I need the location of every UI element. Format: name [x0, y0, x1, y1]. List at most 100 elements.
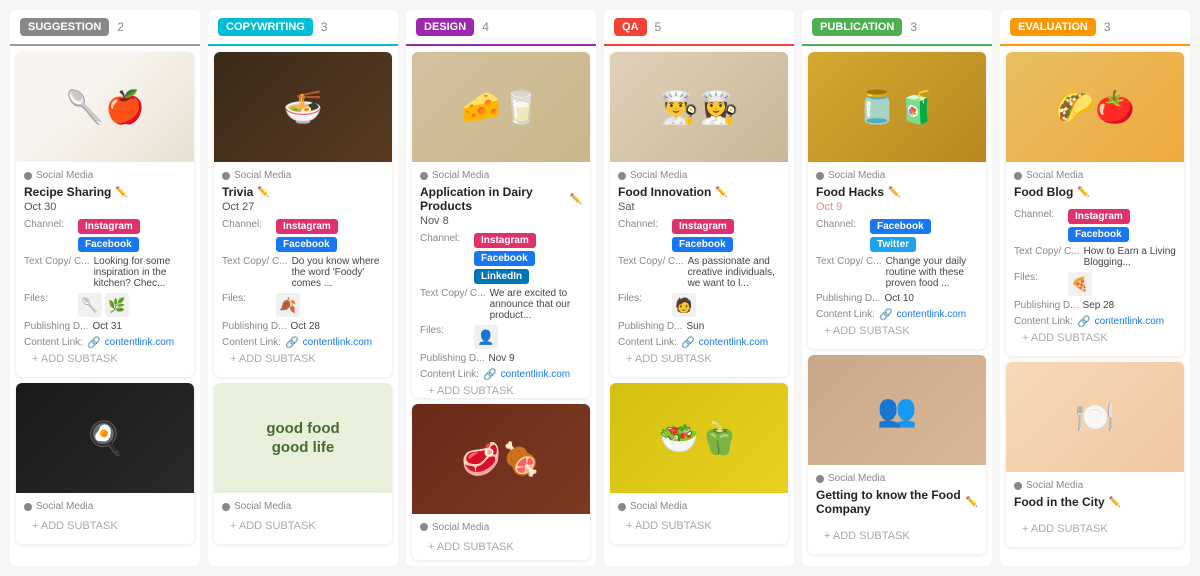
category-dot — [24, 503, 32, 511]
add-subtask-button[interactable]: + ADD SUBTASK — [816, 526, 978, 546]
content-link-label: Content Link: — [1014, 316, 1073, 327]
channel-label: Channel: — [1014, 209, 1064, 220]
add-subtask-button[interactable]: + ADD SUBTASK — [222, 516, 384, 536]
edit-icon[interactable]: ✏️ — [715, 187, 727, 198]
files-value: 🥄🌿 — [78, 293, 129, 317]
tag-instagram[interactable]: Instagram — [474, 233, 536, 248]
card-food-blog[interactable]: 🌮🍅Social MediaFood Blog ✏️Channel:Instag… — [1006, 52, 1184, 356]
card-content-recipe-sharing: Social MediaRecipe Sharing ✏️Oct 30Chann… — [16, 162, 194, 377]
card-channel-row: Channel: Instagram Facebook — [1014, 209, 1176, 242]
tag-instagram[interactable]: Instagram — [276, 219, 338, 234]
card-category: Social Media — [1014, 170, 1176, 181]
card-content-getting-to-know: Social MediaGetting to know the Food Com… — [808, 465, 986, 554]
text-copy-row: Text Copy/ C...We are excited to announc… — [420, 288, 582, 321]
category-dot — [222, 503, 230, 511]
tag-linkedin[interactable]: LinkedIn — [474, 269, 529, 284]
column-body-suggestion: 🥄🍎Social MediaRecipe Sharing ✏️Oct 30Cha… — [10, 46, 200, 550]
content-link-value[interactable]: contentlink.com — [1095, 316, 1164, 327]
link-icon: 🔗 — [681, 336, 695, 349]
add-subtask-button[interactable]: + ADD SUBTASK — [420, 381, 582, 398]
edit-icon[interactable]: ✏️ — [115, 187, 127, 198]
files-row: Files:👤 — [420, 325, 582, 349]
files-value: 🧑 — [672, 293, 696, 317]
category-dot — [618, 503, 626, 511]
file-thumb[interactable]: 🍂 — [276, 293, 300, 317]
add-subtask-button[interactable]: + ADD SUBTASK — [816, 321, 978, 341]
card-image-food-blog: 🌮🍅 — [1006, 52, 1184, 162]
add-subtask-button[interactable]: + ADD SUBTASK — [618, 349, 780, 369]
card-getting-to-know[interactable]: 👥Social MediaGetting to know the Food Co… — [808, 355, 986, 554]
file-thumb[interactable]: 🌿 — [105, 293, 129, 317]
card-title: Food Innovation ✏️ — [618, 185, 780, 199]
content-link-label: Content Link: — [222, 337, 281, 348]
files-value: 🍕 — [1068, 272, 1092, 296]
add-subtask-button[interactable]: + ADD SUBTASK — [24, 349, 186, 369]
files-label: Files: — [1014, 272, 1064, 283]
edit-icon[interactable]: ✏️ — [1077, 187, 1089, 198]
card-trivia-2[interactable]: good foodgood lifeSocial Media+ ADD SUBT… — [214, 383, 392, 544]
card-food-hacks[interactable]: 🫙🧃Social MediaFood Hacks ✏️Oct 9Channel:… — [808, 52, 986, 349]
card-dairy-2[interactable]: 🥩🍖Social Media+ ADD SUBTASK — [412, 404, 590, 560]
tag-facebook[interactable]: Facebook — [870, 219, 931, 234]
file-thumb[interactable]: 👤 — [474, 325, 498, 349]
files-value: 🍂 — [276, 293, 300, 317]
channel-label: Channel: — [420, 233, 470, 244]
tag-facebook[interactable]: Facebook — [1068, 227, 1129, 242]
card-category: Social Media — [816, 170, 978, 181]
column-copywriting: COPYWRITING3🍜Social MediaTrivia ✏️Oct 27… — [208, 10, 398, 566]
tag-facebook[interactable]: Facebook — [672, 237, 733, 252]
add-subtask-button[interactable]: + ADD SUBTASK — [1014, 519, 1176, 539]
edit-icon[interactable]: ✏️ — [1109, 497, 1121, 508]
content-link-value[interactable]: contentlink.com — [105, 337, 174, 348]
publishing-date-row: Publishing D...Oct 28 — [222, 321, 384, 332]
tag-instagram[interactable]: Instagram — [1068, 209, 1130, 224]
tag-twitter[interactable]: Twitter — [870, 237, 916, 252]
add-subtask-button[interactable]: + ADD SUBTASK — [24, 516, 186, 536]
column-publication: PUBLICATION3🫙🧃Social MediaFood Hacks ✏️O… — [802, 10, 992, 566]
channel-label: Channel: — [816, 219, 866, 230]
card-food-city[interactable]: 🍽️Social MediaFood in the City ✏️+ ADD S… — [1006, 362, 1184, 547]
content-link-value[interactable]: contentlink.com — [897, 309, 966, 320]
tag-facebook[interactable]: Facebook — [78, 237, 139, 252]
content-link-row: Content Link: 🔗 contentlink.com — [1014, 315, 1176, 328]
card-recipe-sharing-2[interactable]: 🍳Social Media+ ADD SUBTASK — [16, 383, 194, 544]
card-content-food-city: Social MediaFood in the City ✏️+ ADD SUB… — [1006, 472, 1184, 547]
file-thumb[interactable]: 🧑 — [672, 293, 696, 317]
card-content-trivia: Social MediaTrivia ✏️Oct 27Channel:Insta… — [214, 162, 392, 377]
column-count-design: 4 — [482, 20, 489, 34]
text-copy-label: Text Copy/ C... — [24, 256, 90, 267]
add-subtask-button[interactable]: + ADD SUBTASK — [618, 516, 780, 536]
tag-facebook[interactable]: Facebook — [276, 237, 337, 252]
card-trivia[interactable]: 🍜Social MediaTrivia ✏️Oct 27Channel:Inst… — [214, 52, 392, 377]
add-subtask-button[interactable]: + ADD SUBTASK — [1014, 328, 1176, 348]
tag-instagram[interactable]: Instagram — [672, 219, 734, 234]
card-content-food-innovation: Social MediaFood Innovation ✏️SatChannel… — [610, 162, 788, 377]
edit-icon[interactable]: ✏️ — [570, 194, 582, 205]
card-image-food-innovation: 👨‍🍳👩‍🍳 — [610, 52, 788, 162]
edit-icon[interactable]: ✏️ — [257, 187, 269, 198]
edit-icon[interactable]: ✏️ — [888, 187, 900, 198]
add-subtask-button[interactable]: + ADD SUBTASK — [222, 349, 384, 369]
files-value: 👤 — [474, 325, 498, 349]
card-date: Oct 27 — [222, 201, 384, 213]
channel-tags: Instagram Facebook LinkedIn — [474, 233, 582, 284]
edit-icon[interactable]: ✏️ — [966, 497, 978, 508]
content-link-value[interactable]: contentlink.com — [303, 337, 372, 348]
file-thumb[interactable]: 🥄 — [78, 293, 102, 317]
tag-instagram[interactable]: Instagram — [78, 219, 140, 234]
text-copy-label: Text Copy/ C... — [618, 256, 684, 267]
content-link-value[interactable]: contentlink.com — [501, 369, 570, 380]
file-thumb[interactable]: 🍕 — [1068, 272, 1092, 296]
tag-facebook[interactable]: Facebook — [474, 251, 535, 266]
link-icon: 🔗 — [879, 308, 893, 321]
card-food-innovation-2[interactable]: 🥗🫑Social Media+ ADD SUBTASK — [610, 383, 788, 544]
content-link-value[interactable]: contentlink.com — [699, 337, 768, 348]
card-food-innovation[interactable]: 👨‍🍳👩‍🍳Social MediaFood Innovation ✏️SatC… — [610, 52, 788, 377]
content-link-row: Content Link: 🔗 contentlink.com — [222, 336, 384, 349]
add-subtask-button[interactable]: + ADD SUBTASK — [420, 537, 582, 557]
card-dairy-products[interactable]: 🧀🥛Social MediaApplication in Dairy Produ… — [412, 52, 590, 398]
text-copy-value: Looking for some inspiration in the kitc… — [94, 256, 186, 289]
column-body-copywriting: 🍜Social MediaTrivia ✏️Oct 27Channel:Inst… — [208, 46, 398, 550]
card-recipe-sharing[interactable]: 🥄🍎Social MediaRecipe Sharing ✏️Oct 30Cha… — [16, 52, 194, 377]
card-channel-row: Channel: Facebook Twitter — [816, 219, 978, 252]
